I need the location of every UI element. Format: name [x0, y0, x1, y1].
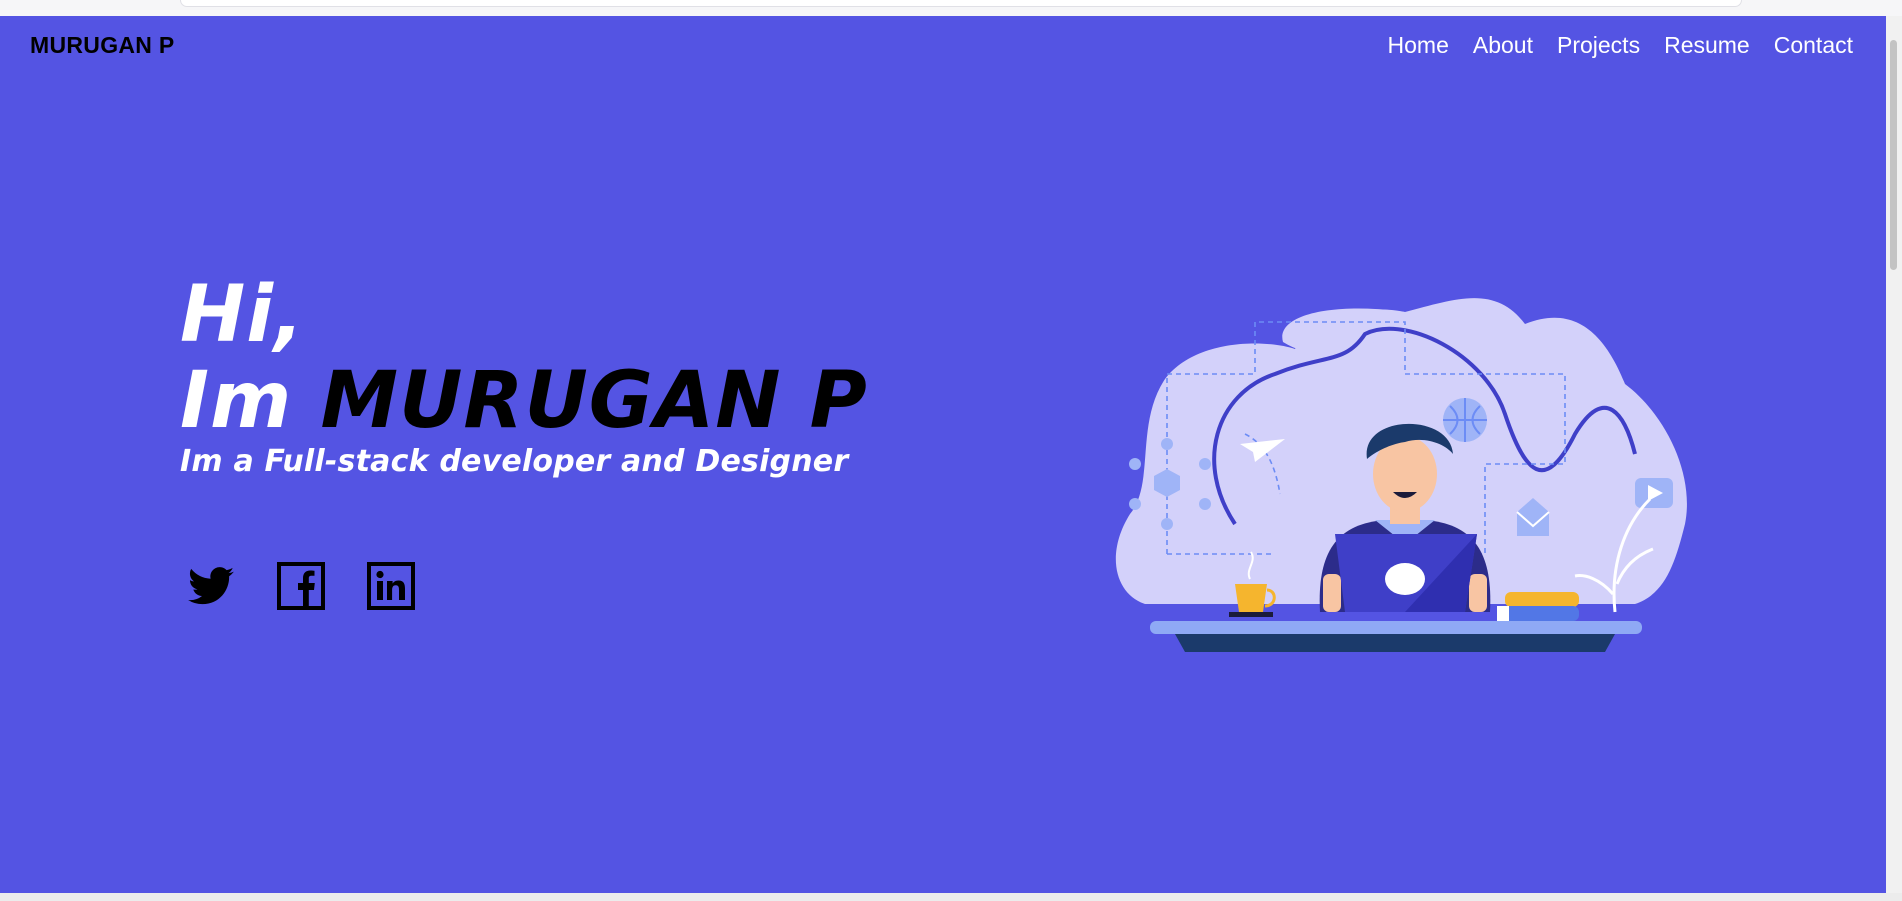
- developer-illustration: [1115, 298, 1687, 652]
- hero-tagline: Im a Full-stack developer and Designer: [180, 444, 849, 479]
- nav-about[interactable]: About: [1473, 32, 1533, 59]
- nav-projects[interactable]: Projects: [1557, 32, 1640, 59]
- hero-name-line: Im MURUGAN P: [180, 358, 868, 444]
- facebook-icon: [277, 562, 325, 610]
- laptop: [1335, 534, 1477, 612]
- brand-logo[interactable]: MURUGAN P: [30, 32, 175, 59]
- person-arm-right: [1469, 574, 1487, 612]
- hero-greeting: Hi,: [180, 270, 305, 360]
- social-links: [186, 561, 416, 611]
- hero-intro-prefix: Im: [180, 356, 293, 446]
- nav-home[interactable]: Home: [1388, 32, 1449, 59]
- globe-icon: [1443, 398, 1487, 442]
- browser-top-strip: [0, 0, 1902, 16]
- scrollbar-thumb[interactable]: [1890, 40, 1897, 270]
- linkedin-link[interactable]: [366, 561, 416, 611]
- person-arm-left: [1323, 574, 1341, 612]
- facebook-link[interactable]: [276, 561, 326, 611]
- twitter-icon: [188, 567, 234, 605]
- browser-bottom-strip: [0, 893, 1902, 901]
- book-stack: [1497, 592, 1579, 621]
- linkedin-icon: [367, 562, 415, 610]
- desk-top: [1150, 621, 1642, 634]
- nav-resume[interactable]: Resume: [1664, 32, 1750, 59]
- main-nav: Home About Projects Resume Contact: [1388, 32, 1853, 59]
- desk-base: [1175, 634, 1615, 652]
- nav-contact[interactable]: Contact: [1774, 32, 1853, 59]
- portfolio-page: MURUGAN P Home About Projects Resume Con…: [0, 16, 1886, 893]
- browser-address-bar-edge: [180, 0, 1742, 7]
- hero-name: MURUGAN P: [320, 356, 868, 446]
- twitter-link[interactable]: [186, 561, 236, 611]
- hero-text: Hi, Im MURUGAN P Im a Full-stack develop…: [180, 272, 868, 480]
- play-icon: [1635, 478, 1673, 508]
- vertical-scrollbar[interactable]: [1886, 16, 1902, 893]
